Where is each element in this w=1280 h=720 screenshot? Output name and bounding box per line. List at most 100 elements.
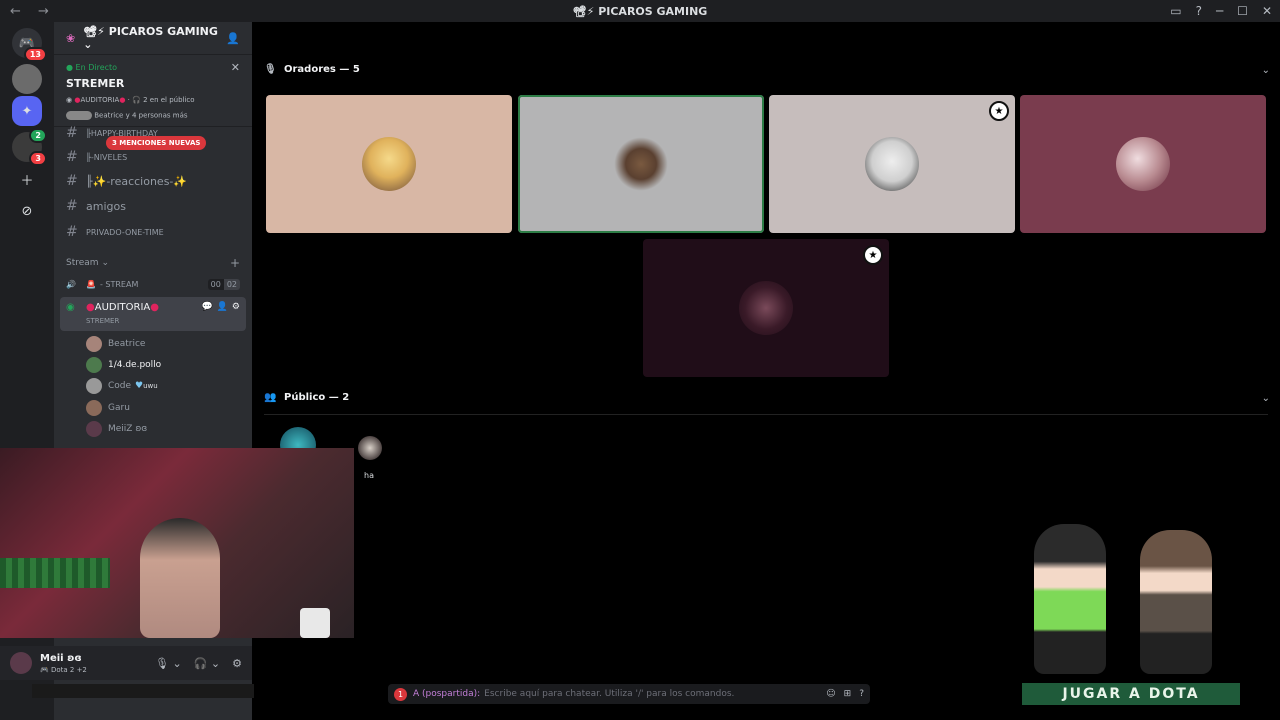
back-arrow-icon[interactable]: ←	[10, 4, 28, 19]
title-text: PICAROS GAMING	[598, 4, 708, 18]
help-icon[interactable]: ?	[859, 689, 864, 699]
title-bar: ← → 📽⚡ PICAROS GAMING ▭ ? ─ ☐ ✕	[0, 0, 1280, 22]
server-avatar[interactable]	[12, 64, 42, 94]
hash-icon: #	[66, 198, 78, 214]
gear-icon[interactable]: ⚙	[232, 302, 240, 312]
taskbar-strip	[32, 684, 254, 698]
gamepad-icon: 🎮	[40, 665, 49, 674]
help-icon[interactable]: ?	[1196, 4, 1202, 18]
member-name: Beatrice	[108, 339, 146, 349]
channel-item[interactable]: # ╟-NIVELES	[66, 149, 127, 165]
channel-item[interactable]: # amigos	[66, 198, 126, 214]
gear-icon[interactable]: ⚙	[232, 657, 242, 670]
hash-icon: #	[66, 149, 78, 165]
category-stream[interactable]: Stream ⌄ +	[66, 256, 240, 270]
chibi-character-1	[1034, 524, 1106, 674]
add-server-icon[interactable]: ＋	[12, 164, 42, 194]
dm-badge: 13	[23, 47, 47, 62]
forward-arrow-icon[interactable]: →	[38, 4, 56, 19]
speaker-icon: 🔊	[66, 279, 76, 289]
user-status: 🎮 Dota 2 +2	[40, 666, 87, 674]
user-panel: Meii ʚɞ 🎮 Dota 2 +2 🎙 ⌄ 🎧 ⌄ ⚙	[0, 646, 252, 680]
speaker-tile[interactable]: ★	[643, 239, 889, 377]
streamer-figure	[140, 518, 220, 638]
invite-icon[interactable]: 👤	[217, 302, 228, 312]
mention-count: 1	[394, 687, 407, 701]
server-badge-bottom: 3	[29, 151, 47, 166]
discord-home-icon[interactable]: 🎮 13	[12, 28, 47, 62]
channel-item[interactable]: # ╟✨-reacciones-✨	[66, 173, 187, 189]
voice-channel-stream[interactable]: 🔊 🚨 - STREAM 00 02	[60, 274, 246, 294]
member-name: Garu	[108, 403, 130, 413]
avatar	[86, 378, 102, 394]
chevron-down-icon[interactable]: ⌄	[1262, 65, 1270, 76]
chat-icon[interactable]: 💬	[201, 302, 212, 312]
server-header[interactable]: ❀ 📽⚡ PICAROS GAMING ⌄ 👤	[54, 22, 252, 55]
chat-author: A (pospartida):	[413, 689, 481, 699]
member-row[interactable]: Garu	[86, 400, 130, 416]
hash-icon: #	[66, 224, 78, 240]
invite-icon[interactable]: 👤	[226, 32, 240, 45]
live-audience: 2 en el público	[143, 96, 195, 104]
live-channel: AUDITORIA	[80, 96, 120, 104]
mic-icon[interactable]: 🎙 ⌄	[155, 657, 182, 670]
user-status-text: Dota 2 +2	[50, 665, 87, 674]
channel-name: amigos	[86, 199, 126, 213]
avatar	[86, 336, 102, 352]
hash-icon: #	[66, 125, 78, 141]
chevron-down-icon: ⌄	[101, 258, 109, 268]
server-emojis: 📽⚡	[83, 25, 105, 38]
webcam-overlay	[0, 448, 354, 638]
close-window-icon[interactable]: ✕	[1262, 4, 1272, 18]
server-active-icon[interactable]: ✦	[12, 96, 42, 126]
live-people: Beatrice y 4 personas más	[66, 111, 240, 120]
server-icon: ❀	[66, 31, 76, 45]
compass-icon[interactable]: ⊘	[12, 196, 42, 226]
avatar	[739, 281, 793, 335]
live-title: STREMER	[66, 77, 125, 90]
member-row[interactable]: Code ♥ uwu	[86, 378, 158, 394]
close-icon[interactable]: ✕	[231, 61, 240, 74]
window-title: 📽⚡ PICAROS GAMING	[0, 5, 1280, 18]
avatar[interactable]	[10, 652, 32, 674]
inbox-icon[interactable]: ▭	[1170, 4, 1181, 18]
stage-icon: ◉	[66, 301, 75, 313]
channel-item[interactable]: # PRIVADO-ONE-TIME	[66, 224, 164, 240]
stage-view: 🎙 Oradores — 5 ⌄ ★ ★ 👥 Público — 2 ⌄ ha	[252, 22, 1280, 720]
speaker-tile[interactable]	[1020, 95, 1266, 233]
audience-avatar[interactable]	[358, 436, 382, 460]
headphones-icon[interactable]: 🎧 ⌄	[194, 657, 220, 670]
speaker-tile[interactable]: ★	[769, 95, 1015, 233]
users-icon: 👥	[264, 392, 277, 403]
avatar	[86, 357, 102, 373]
bottle-decoration	[300, 608, 330, 638]
channel-name: ╟✨-reacciones-✨	[86, 174, 188, 188]
headphones-icon: 🎧	[132, 96, 141, 104]
chevron-down-icon[interactable]: ⌄	[1262, 393, 1270, 404]
member-row[interactable]: Beatrice	[86, 336, 145, 352]
user-count: 00	[207, 278, 224, 290]
maximize-icon[interactable]: ☐	[1237, 4, 1248, 18]
live-panel[interactable]: ● En Directo STREMER ◉ ●AUDITORIA● · 🎧 2…	[54, 55, 252, 127]
speaker-tile[interactable]	[266, 95, 512, 233]
mentions-badge[interactable]: 3 MENCIONES NUEVAS	[106, 136, 207, 150]
live-label: ● En Directo	[66, 63, 118, 72]
user-limit: 02	[223, 278, 240, 290]
avatar	[362, 137, 416, 191]
member-row[interactable]: 1/4.de.pollo	[86, 357, 161, 373]
avatar	[865, 137, 919, 191]
mic-icon: 🎙	[264, 64, 277, 75]
avatar-stack	[66, 111, 92, 120]
server-folder[interactable]: 2 3	[12, 128, 47, 166]
minimize-icon[interactable]: ─	[1216, 4, 1223, 18]
plus-icon[interactable]: +	[230, 256, 240, 270]
server-name: PICAROS GAMING	[108, 25, 218, 38]
voice-channel-auditoria[interactable]: ◉ ● AUDITORIA ● 💬 👤 ⚙ STREMER	[60, 297, 246, 331]
chat-input[interactable]: 1 A (pospartida): Escribe aquí para chat…	[388, 684, 870, 704]
speaker-tile-speaking[interactable]	[518, 95, 764, 233]
hash-icon: #	[66, 173, 78, 189]
live-label-text: En Directo	[75, 63, 118, 72]
emoji-icon[interactable]: ☺	[826, 689, 835, 699]
member-row[interactable]: MeiiZ ʚɞ	[86, 421, 147, 437]
attach-icon[interactable]: ⊞	[844, 689, 852, 699]
